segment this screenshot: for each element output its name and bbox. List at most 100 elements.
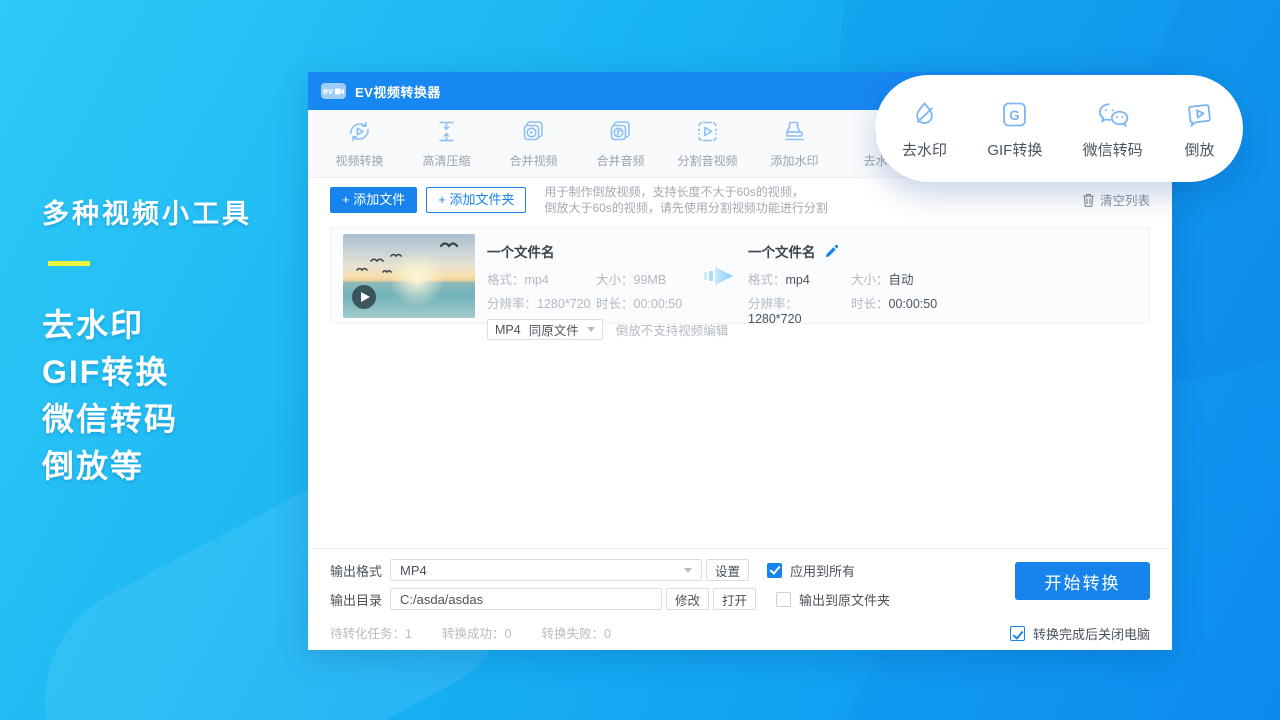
- edit-pencil-icon[interactable]: [825, 245, 838, 258]
- pill-label: 去水印: [902, 139, 947, 160]
- convert-arrow: [691, 228, 748, 323]
- merge-video-icon: [520, 118, 547, 145]
- pill-item-wechat-transcode[interactable]: 微信转码: [1083, 98, 1143, 160]
- size-label: 大小：: [596, 273, 634, 287]
- format-label: 格式：: [487, 273, 525, 287]
- checkbox-checked-outline-icon[interactable]: [1010, 626, 1025, 641]
- promo-feature-2: GIF转换: [42, 349, 252, 396]
- output-format-select[interactable]: MP4: [390, 559, 702, 581]
- gif-convert-icon: G: [998, 98, 1031, 131]
- source-size: 99MB: [634, 273, 667, 287]
- promo-block: 多种视频小工具 去水印 GIF转换 微信转码 倒放等: [42, 192, 252, 490]
- add-folder-label: 添加文件夹: [449, 192, 514, 207]
- output-dir-input[interactable]: C:/asda/asdas: [390, 588, 662, 610]
- format-label: 格式：: [748, 273, 786, 287]
- pill-item-remove-watermark[interactable]: 去水印: [902, 98, 947, 160]
- source-folder-checkbox[interactable]: 输出到原文件夹: [776, 590, 890, 609]
- checkbox-unchecked-icon[interactable]: [776, 592, 791, 607]
- pill-item-gif-convert[interactable]: G GIF转换: [987, 98, 1042, 160]
- toolbar-item-merge-video[interactable]: 合并视频: [490, 110, 577, 177]
- trash-icon: [1082, 193, 1095, 207]
- toolbar-label: 添加水印: [770, 152, 818, 169]
- toolbar-item-video-convert[interactable]: 视频转换: [316, 110, 403, 177]
- source-folder-label: 输出到原文件夹: [799, 590, 890, 609]
- apply-all-checkbox[interactable]: 应用到所有: [767, 561, 855, 580]
- toolbar-item-merge-audio[interactable]: 合并音频: [577, 110, 664, 177]
- dur-label: 时长：: [596, 297, 634, 311]
- item-format-select[interactable]: MP4 同原文件: [487, 319, 603, 340]
- video-convert-icon: [346, 118, 373, 145]
- action-row: + 添加文件 + 添加文件夹 用于制作倒放视频，支持长度不大于60s的视频， 倒…: [330, 186, 1150, 213]
- add-file-button[interactable]: + 添加文件: [330, 187, 417, 213]
- promo-feature-1: 去水印: [42, 302, 252, 349]
- target-dur: 00:00:50: [889, 297, 938, 311]
- modify-button[interactable]: 修改: [666, 588, 709, 610]
- target-file-name: 一个文件名: [748, 241, 816, 261]
- add-folder-button[interactable]: + 添加文件夹: [426, 187, 526, 213]
- success-stat: 转换成功：0: [442, 623, 511, 642]
- wechat-transcode-icon: [1095, 98, 1131, 131]
- svg-text:G: G: [1010, 108, 1020, 123]
- toolbar-label: 分割音视频: [677, 152, 737, 169]
- res-label: 分辨率：: [487, 297, 537, 311]
- file-list-item[interactable]: 一个文件名 格式：mp4 大小：99MB 分辨率：1280*720 时长：00:…: [330, 227, 1150, 324]
- pill-label: GIF转换: [987, 139, 1042, 160]
- output-format-label: 输出格式: [330, 561, 382, 580]
- camera-icon: [335, 87, 344, 96]
- video-thumbnail: [343, 234, 475, 318]
- pill-label: 微信转码: [1083, 139, 1143, 160]
- open-button[interactable]: 打开: [713, 588, 756, 610]
- app-logo-icon: ev: [321, 83, 346, 99]
- res-label: 分辨率：: [748, 297, 798, 311]
- toolbar-item-split-av[interactable]: 分割音视频: [664, 110, 751, 177]
- remove-watermark-icon: [908, 98, 941, 131]
- pill-label: 倒放: [1184, 139, 1214, 160]
- clear-list-button[interactable]: 清空列表: [1082, 190, 1150, 209]
- failed-stat: 转换失败：0: [541, 623, 610, 642]
- pill-item-reverse-play[interactable]: 倒放: [1183, 98, 1216, 160]
- toolbar-label: 合并音频: [596, 152, 644, 169]
- split-av-icon: [694, 118, 721, 145]
- birds-illustration: [343, 234, 475, 284]
- hd-compress-icon: [433, 118, 460, 145]
- chevron-down-icon: [684, 568, 692, 573]
- clear-list-label: 清空列表: [1100, 190, 1150, 209]
- source-meta: 格式：mp4 大小：99MB 分辨率：1280*720 时长：00:00:50: [487, 269, 691, 312]
- target-size: 自动: [889, 273, 914, 287]
- checkbox-checked-icon[interactable]: [767, 563, 782, 578]
- start-convert-button[interactable]: 开始转换: [1015, 562, 1150, 600]
- select-mode-value: 同原文件: [529, 320, 579, 339]
- toolbar-label: 视频转换: [335, 152, 383, 169]
- target-format: mp4: [786, 273, 810, 287]
- promo-feature-4: 倒放等: [42, 443, 252, 490]
- source-info: 一个文件名 格式：mp4 大小：99MB 分辨率：1280*720 时长：00:…: [487, 228, 691, 323]
- size-label: 大小：: [851, 273, 889, 287]
- window-title: EV视频转换器: [355, 82, 441, 101]
- play-button[interactable]: [352, 285, 376, 309]
- toolbar-item-hd-compress[interactable]: 高清压缩: [403, 110, 490, 177]
- logo-text: ev: [323, 87, 333, 96]
- plus-icon: +: [438, 192, 446, 207]
- promo-title: 多种视频小工具: [42, 192, 252, 231]
- apply-all-label: 应用到所有: [790, 561, 855, 580]
- pending-tasks-stat: 待转化任务：1: [330, 623, 412, 642]
- source-format: mp4: [525, 273, 549, 287]
- add-watermark-icon: [781, 118, 808, 145]
- plus-icon: +: [342, 192, 350, 207]
- toolbar-label: 合并视频: [509, 152, 557, 169]
- toolbar-item-add-watermark[interactable]: 添加水印: [751, 110, 838, 177]
- target-meta: 格式：mp4 大小：自动 分辨率：1280*720 时长：00:00:50: [748, 269, 937, 326]
- feature-highlight-pill: 去水印 G GIF转换 微信转码 倒放: [875, 75, 1243, 182]
- output-dir-label: 输出目录: [330, 590, 382, 609]
- promo-feature-3: 微信转码: [42, 396, 252, 443]
- merge-audio-icon: [607, 118, 634, 145]
- format-select-row: MP4 同原文件 倒放不支持视频编辑: [487, 319, 691, 340]
- shutdown-checkbox[interactable]: 转换完成后关闭电脑: [1010, 624, 1150, 643]
- settings-button[interactable]: 设置: [706, 559, 749, 581]
- promo-dash: [48, 261, 90, 266]
- reverse-play-icon: [1183, 98, 1216, 131]
- target-res: 1280*720: [748, 312, 802, 326]
- select-codec-value: MP4: [495, 323, 521, 337]
- shutdown-label: 转换完成后关闭电脑: [1033, 624, 1150, 643]
- chevron-down-icon: [587, 327, 595, 332]
